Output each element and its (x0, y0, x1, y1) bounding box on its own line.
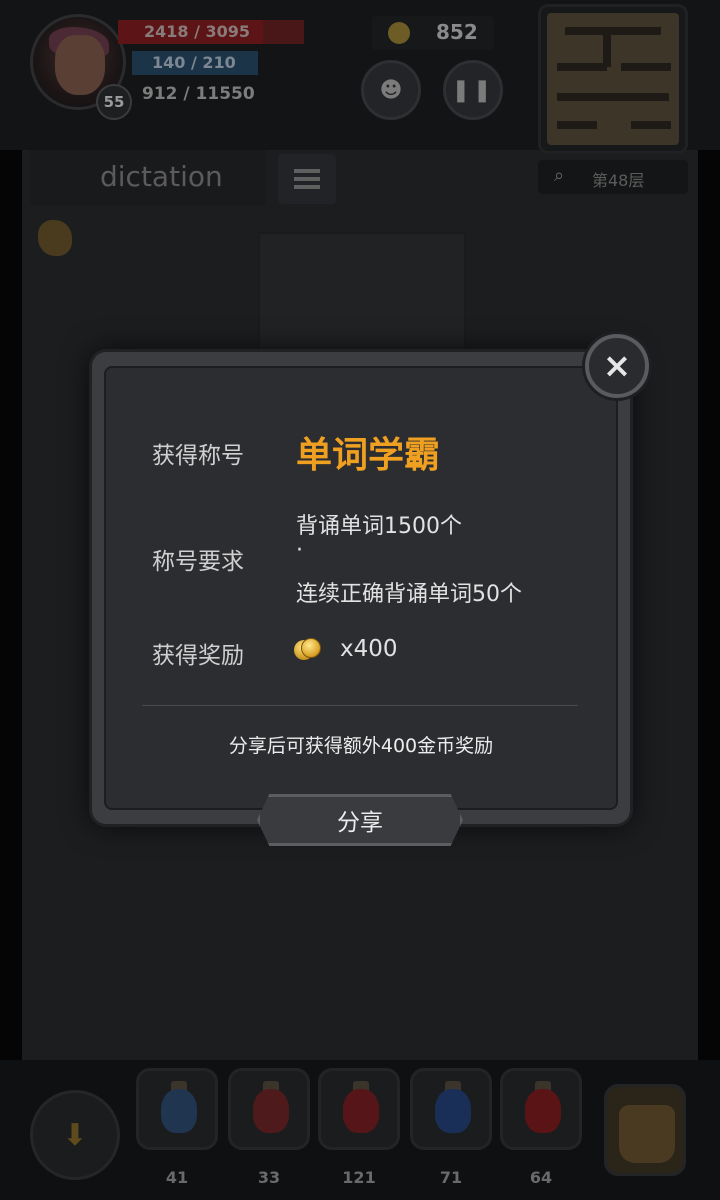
blue-potion-icon (161, 1089, 197, 1133)
right-edge (698, 0, 720, 1200)
title-value: 单词学霸 (296, 435, 441, 476)
floor-indicator[interactable]: ⌕ 第48层 (538, 160, 688, 194)
potion-slot-2[interactable] (228, 1068, 310, 1150)
stairs-down-button[interactable]: ⬇ (30, 1090, 120, 1180)
potion-slot-1[interactable] (136, 1068, 218, 1150)
gold-counter: 852 (372, 16, 494, 50)
pause-icon: ❚❚ (451, 77, 495, 103)
title-label: 获得称号 (152, 443, 244, 469)
round-red-potion-icon (525, 1089, 561, 1133)
share-button-label: 分享 (337, 810, 383, 836)
reward-label: 获得奖励 (152, 643, 244, 669)
left-edge (0, 0, 22, 1200)
minimap[interactable] (538, 4, 688, 154)
potion-count-3: 121 (342, 1168, 376, 1187)
gold-amount: 852 (436, 20, 478, 44)
share-button[interactable]: 分享 (257, 794, 463, 846)
close-button[interactable]: × (585, 334, 649, 398)
mp-text: 140 / 210 (152, 53, 236, 72)
list-icon (294, 169, 320, 189)
floor-label: 第48层 (592, 171, 645, 190)
monster-book-icon: ☻ (379, 77, 403, 103)
gold-coin-icon (294, 638, 321, 662)
requirement-1: 背诵单词1500个 (296, 514, 462, 539)
hp-text: 2418 / 3095 (144, 22, 251, 41)
share-tip: 分享后可获得额外400金币奖励 (228, 735, 494, 757)
requirement-separator: · (296, 538, 303, 563)
hp-bar: 2418 / 3095 (118, 20, 304, 44)
red-potion-icon (253, 1089, 289, 1133)
potion-count-2: 33 (257, 1168, 281, 1187)
search-icon: ⌕ (554, 165, 565, 186)
requirement-label: 称号要求 (152, 549, 244, 575)
level-badge: 55 (96, 84, 132, 120)
potion-slot-4[interactable] (410, 1068, 492, 1150)
potion-slot-3[interactable] (318, 1068, 400, 1150)
divider (142, 705, 578, 706)
large-blue-potion-icon (435, 1089, 471, 1133)
close-icon: × (602, 346, 632, 386)
requirement-2: 连续正确背诵单词50个 (296, 582, 522, 607)
reward-amount: x400 (340, 636, 398, 662)
gold-coin-icon (388, 22, 410, 44)
minimap-view (547, 13, 679, 145)
stairs-down-icon: ⬇ (62, 1117, 88, 1153)
exp-text: 912 / 11550 (142, 84, 255, 104)
mode-tab: dictation (30, 150, 266, 206)
mode-title: dictation (100, 160, 223, 193)
large-red-potion-icon (343, 1089, 379, 1133)
backpack-button[interactable] (604, 1084, 686, 1176)
potion-count-5: 64 (529, 1168, 553, 1187)
backpack-icon (619, 1105, 675, 1163)
pause-button[interactable]: ❚❚ (443, 60, 503, 120)
potion-count-1: 41 (165, 1168, 189, 1187)
list-button[interactable] (278, 154, 336, 204)
dungeon-door (258, 232, 466, 356)
mp-bar: 140 / 210 (132, 51, 258, 75)
potion-slot-5[interactable] (500, 1068, 582, 1150)
monster-book-button[interactable]: ☻ (361, 60, 421, 120)
scroll-icon[interactable] (38, 220, 72, 256)
potion-count-4: 71 (439, 1168, 463, 1187)
